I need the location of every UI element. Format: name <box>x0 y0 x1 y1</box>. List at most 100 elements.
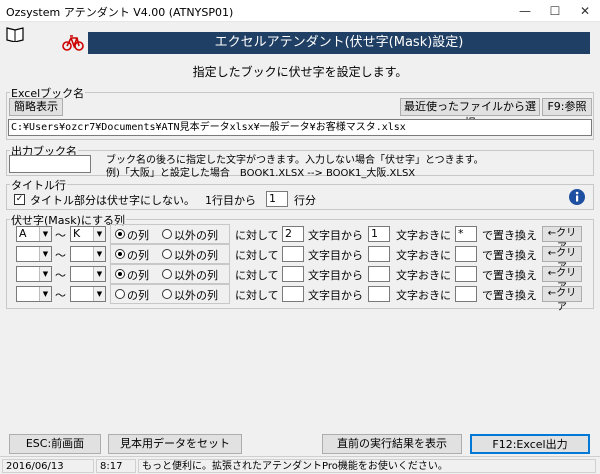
screen-banner: エクセルアテンダント(伏せ字(Mask)設定) <box>88 32 590 54</box>
in-column-radio[interactable] <box>115 249 125 259</box>
recent-files-button[interactable]: 最近使ったファイルから選択 <box>400 98 540 129</box>
start-char-input[interactable] <box>282 286 304 302</box>
chevron-down-icon: ▼ <box>93 267 105 281</box>
every-label: 文字おきに <box>396 249 451 262</box>
status-date: 2016/06/13 <box>2 459 94 473</box>
clear-row-button[interactable]: ←クリア <box>542 226 582 253</box>
simple-view-button[interactable]: 簡略表示 <box>9 98 63 116</box>
replace-label: で置き換え <box>482 269 537 282</box>
start-char-input[interactable] <box>282 246 304 262</box>
info-icon[interactable] <box>568 188 586 209</box>
chevron-down-icon: ▼ <box>93 247 105 261</box>
replace-char-input[interactable]: * <box>455 226 477 242</box>
title-row-checkbox[interactable]: ✓ <box>14 194 25 205</box>
chevron-down-icon: ▼ <box>93 287 105 301</box>
output-suffix-input[interactable] <box>9 155 91 173</box>
title-rows-unit: 行分 <box>294 194 316 207</box>
title-rows-input[interactable]: 1 <box>266 191 288 207</box>
target-label: に対して <box>235 269 279 282</box>
every-label: 文字おきに <box>396 229 451 242</box>
target-label: に対して <box>235 249 279 262</box>
mask-to-value: K <box>73 227 81 240</box>
step-input[interactable] <box>368 246 390 262</box>
set-sample-data-button[interactable]: 見本用データをセット <box>108 434 242 454</box>
back-button[interactable]: ESC:前画面 <box>9 434 101 454</box>
show-last-result-button[interactable]: 直前の実行結果を表示 <box>322 434 462 454</box>
replace-label: で置き換え <box>482 249 537 262</box>
mask-from-combo[interactable]: ▼ <box>16 286 52 302</box>
outside-column-label: 以外の列 <box>174 249 218 262</box>
mask-to-combo[interactable]: ▼ <box>70 286 106 302</box>
title-row-checkbox-label: タイトル部分は伏せ字にしない。 <box>30 194 195 207</box>
step-input[interactable] <box>368 266 390 282</box>
title-row-label: タイトル行 <box>10 177 67 193</box>
replace-label: で置き換え <box>482 229 537 242</box>
outside-column-radio[interactable] <box>162 269 172 279</box>
chevron-down-icon: ▼ <box>39 267 51 281</box>
outside-column-label: 以外の列 <box>174 269 218 282</box>
tilde-separator: ～ <box>55 229 66 242</box>
chevron-down-icon: ▼ <box>39 287 51 301</box>
chevron-down-icon: ▼ <box>93 227 105 241</box>
mask-to-combo[interactable]: ▼ <box>70 246 106 262</box>
in-column-label: の列 <box>127 269 149 282</box>
replace-char-input[interactable] <box>455 266 477 282</box>
title-row-from-label: 1行目から <box>205 194 256 207</box>
excel-export-button[interactable]: F12:Excel出力 <box>470 434 590 454</box>
in-column-radio[interactable] <box>115 269 125 279</box>
tilde-separator: ～ <box>55 289 66 302</box>
target-label: に対して <box>235 229 279 242</box>
start-char-input[interactable]: 2 <box>282 226 304 242</box>
chevron-down-icon: ▼ <box>39 227 51 241</box>
tilde-separator: ～ <box>55 249 66 262</box>
every-label: 文字おきに <box>396 269 451 282</box>
mask-to-combo[interactable]: ▼ <box>70 266 106 282</box>
browse-button[interactable]: F9:参照 <box>542 98 592 116</box>
replace-char-input[interactable] <box>455 246 477 262</box>
screen-subtitle: 指定したブックに伏せ字を設定します。 <box>192 65 408 79</box>
clear-row-button[interactable]: ←クリア <box>542 286 582 313</box>
every-label: 文字おきに <box>396 289 451 302</box>
window-title: Ozsystem アテンダント V4.00 (ATNYSP01) <box>6 6 234 19</box>
outside-column-label: 以外の列 <box>174 289 218 302</box>
title-bar: Ozsystem アテンダント V4.00 (ATNYSP01) — ☐ ✕ <box>0 0 600 22</box>
bicycle-icon <box>62 32 84 55</box>
from-char-label: 文字目から <box>308 269 363 282</box>
status-message: もっと便利に。拡張されたアテンダントPro機能をお使いください。 <box>138 459 596 473</box>
step-input[interactable]: 1 <box>368 226 390 242</box>
mask-from-value: A <box>19 227 27 240</box>
outside-column-radio[interactable] <box>162 289 172 299</box>
in-column-radio[interactable] <box>115 289 125 299</box>
book-icon[interactable] <box>6 26 24 45</box>
close-button[interactable]: ✕ <box>570 0 600 22</box>
minimize-button[interactable]: — <box>510 0 540 22</box>
mask-from-combo[interactable]: A ▼ <box>16 226 52 242</box>
tilde-separator: ～ <box>55 269 66 282</box>
status-time: 8:17 <box>96 459 136 473</box>
from-char-label: 文字目から <box>308 249 363 262</box>
in-column-radio[interactable] <box>115 229 125 239</box>
excel-path-input[interactable]: C:¥Users¥ozcr7¥Documents¥ATN見本データxlsx¥一般… <box>8 119 592 136</box>
mask-from-combo[interactable]: ▼ <box>16 246 52 262</box>
from-char-label: 文字目から <box>308 229 363 242</box>
outside-column-label: 以外の列 <box>174 229 218 242</box>
from-char-label: 文字目から <box>308 289 363 302</box>
in-column-label: の列 <box>127 289 149 302</box>
clear-row-button[interactable]: ←クリア <box>542 266 582 293</box>
output-hint-2: 例)「大阪」と設定した場合 BOOK1.XLSX --> BOOK1_大阪.XL… <box>106 168 416 179</box>
replace-label: で置き換え <box>482 289 537 302</box>
replace-char-input[interactable] <box>455 286 477 302</box>
in-column-label: の列 <box>127 229 149 242</box>
status-bar: 2016/06/13 8:17 もっと便利に。拡張されたアテンダントPro機能を… <box>0 456 600 474</box>
chevron-down-icon: ▼ <box>39 247 51 261</box>
outside-column-radio[interactable] <box>162 229 172 239</box>
start-char-input[interactable] <box>282 266 304 282</box>
step-input[interactable] <box>368 286 390 302</box>
outside-column-radio[interactable] <box>162 249 172 259</box>
maximize-button[interactable]: ☐ <box>540 0 570 22</box>
mask-to-combo[interactable]: K ▼ <box>70 226 106 242</box>
in-column-label: の列 <box>127 249 149 262</box>
clear-row-button[interactable]: ←クリア <box>542 246 582 273</box>
mask-from-combo[interactable]: ▼ <box>16 266 52 282</box>
target-label: に対して <box>235 289 279 302</box>
